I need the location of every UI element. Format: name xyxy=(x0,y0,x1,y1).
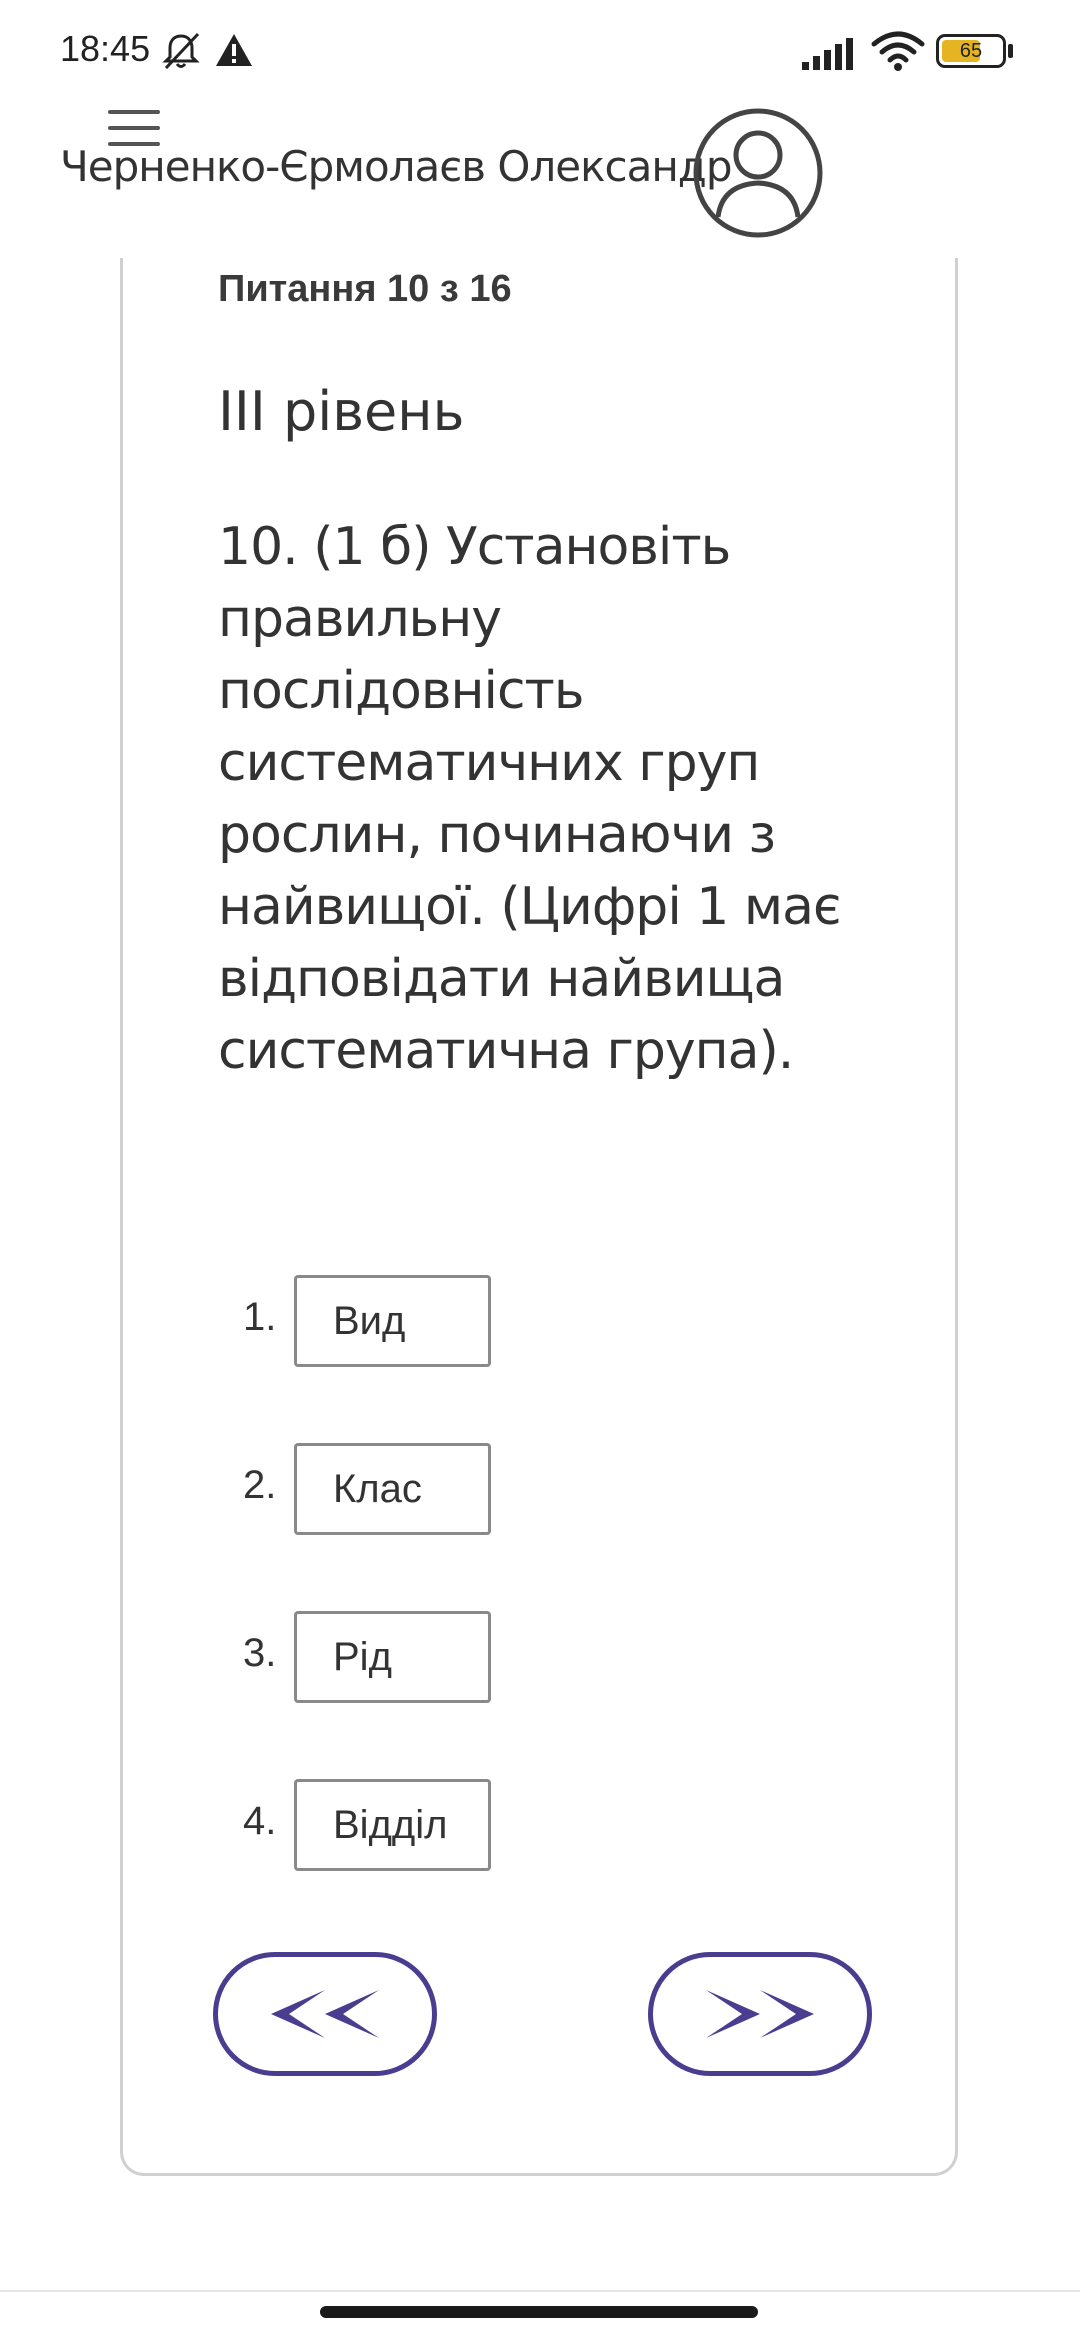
answer-option[interactable]: Відділ xyxy=(294,1779,491,1871)
answer-row: 2. Клас xyxy=(243,1443,543,1535)
answer-row: 4. Відділ xyxy=(243,1779,543,1871)
user-avatar-icon[interactable] xyxy=(690,105,826,241)
battery-level: 65 xyxy=(959,40,983,62)
menu-icon[interactable] xyxy=(108,110,160,154)
alert-icon xyxy=(216,34,252,66)
app-header: Черненко-Єрмолаєв Олександр xyxy=(0,100,1080,250)
question-card: Питання 10 з 16 ІІІ рівень 10. (1 б) Уст… xyxy=(120,258,958,2176)
wifi-icon xyxy=(871,31,925,71)
status-time: 18:45 xyxy=(60,28,151,69)
answer-option[interactable]: Вид xyxy=(294,1275,491,1367)
divider xyxy=(0,2290,1080,2292)
user-name: Черненко-Єрмолаєв Олександр xyxy=(60,142,732,191)
question-counter: Питання 10 з 16 xyxy=(218,268,512,310)
status-bar: 18:45 65 xyxy=(0,0,1080,100)
double-chevron-right-icon xyxy=(706,1990,814,2038)
question-text: 10. (1 б) Установіть правильну послідовн… xyxy=(218,517,842,1081)
next-question-button[interactable] xyxy=(648,1952,872,2076)
answer-option[interactable]: Рід xyxy=(294,1611,491,1703)
signal-icon xyxy=(802,38,853,70)
question-level: ІІІ рівень xyxy=(218,380,465,443)
answer-option[interactable]: Клас xyxy=(294,1443,491,1535)
bell-off-icon xyxy=(162,32,200,70)
double-chevron-left-icon xyxy=(271,1990,379,2038)
answer-row: 1. Вид xyxy=(243,1275,543,1367)
answer-row: 3. Рід xyxy=(243,1611,543,1703)
previous-question-button[interactable] xyxy=(213,1952,437,2076)
home-indicator[interactable] xyxy=(320,2306,758,2318)
battery-icon: 65 xyxy=(936,34,1014,68)
